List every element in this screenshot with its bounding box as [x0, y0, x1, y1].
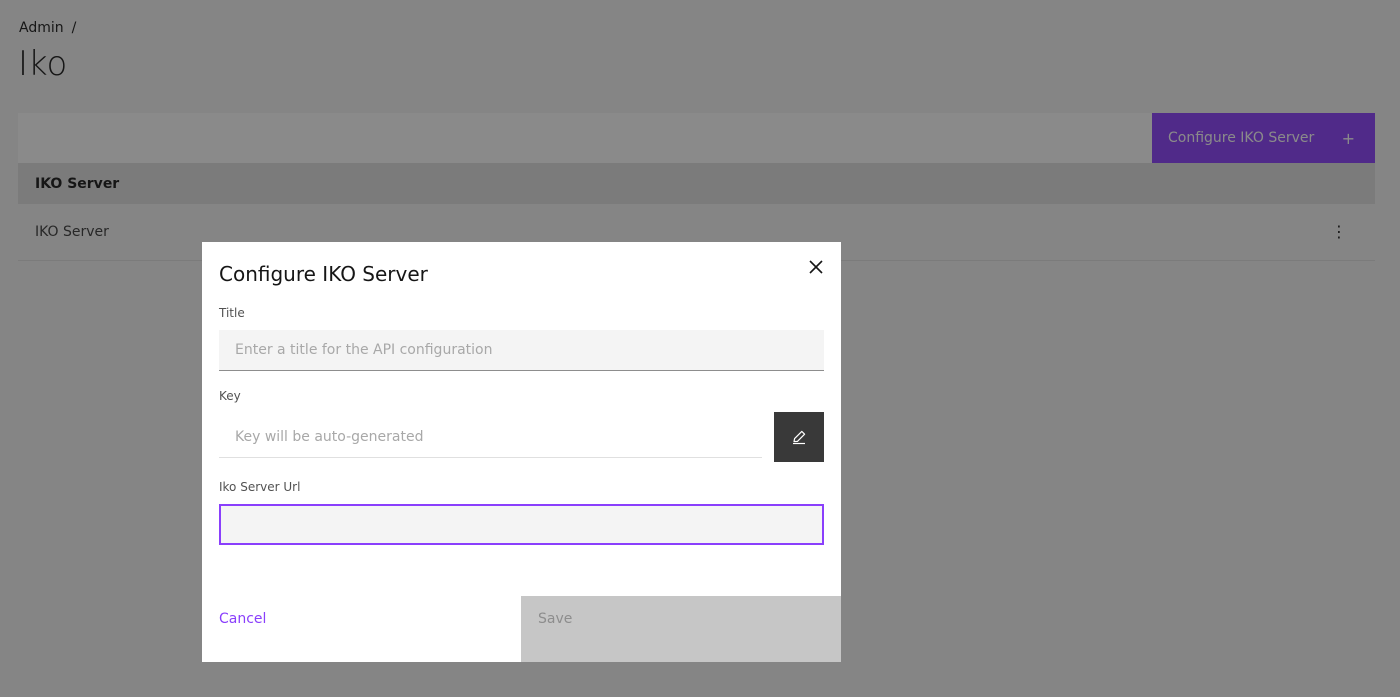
title-label: Title	[219, 306, 245, 320]
close-button[interactable]	[805, 256, 827, 278]
close-icon	[809, 260, 823, 274]
key-input[interactable]	[219, 417, 762, 458]
modal-footer: Cancel Save	[202, 596, 841, 662]
modal-title: Configure IKO Server	[219, 262, 428, 286]
configure-modal: Configure IKO Server Title Key Iko Serve…	[202, 242, 841, 662]
edit-key-button[interactable]	[774, 412, 824, 462]
key-label: Key	[219, 389, 241, 403]
title-input[interactable]	[219, 330, 824, 371]
save-button[interactable]: Save	[521, 596, 841, 662]
url-label: Iko Server Url	[219, 480, 301, 494]
edit-icon	[793, 430, 806, 445]
iko-server-url-input[interactable]	[219, 504, 824, 545]
cancel-button[interactable]: Cancel	[202, 596, 521, 662]
